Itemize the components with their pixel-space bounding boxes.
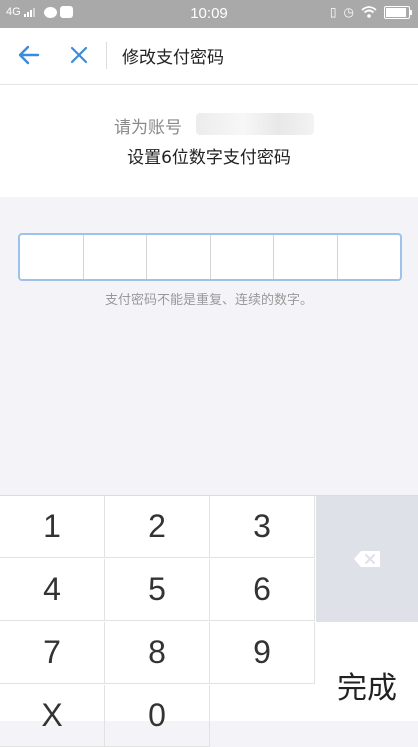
pin-digit-cell xyxy=(20,235,84,279)
page-title: 修改支付密码 xyxy=(122,48,224,68)
nav-bar: 修改支付密码 xyxy=(0,28,418,85)
key-4[interactable]: 4 xyxy=(0,559,105,621)
backspace-icon xyxy=(354,551,380,567)
nav-divider xyxy=(106,42,107,69)
status-bar: 4G 10:09 ▯ ◷ xyxy=(0,0,418,28)
back-arrow-icon[interactable] xyxy=(18,44,40,66)
account-prompt: 请为账号 xyxy=(114,118,182,138)
key-3[interactable]: 3 xyxy=(210,496,315,558)
key-x[interactable]: X xyxy=(0,685,105,747)
pin-input[interactable] xyxy=(18,233,402,281)
key-6[interactable]: 6 xyxy=(210,559,315,621)
key-1[interactable]: 1 xyxy=(0,496,105,558)
key-0[interactable]: 0 xyxy=(105,685,210,747)
pin-digit-cell xyxy=(274,235,338,279)
numeric-keypad: 1 2 3 4 5 6 7 8 9 X 0 完成 xyxy=(0,495,418,747)
battery-icon xyxy=(384,5,412,19)
pin-hint: 支付密码不能是重复、连续的数字。 xyxy=(104,293,313,308)
key-8[interactable]: 8 xyxy=(105,622,210,684)
status-right: ▯ ◷ xyxy=(329,5,412,19)
account-redacted xyxy=(196,113,314,135)
key-2[interactable]: 2 xyxy=(105,496,210,558)
pin-digit-cell xyxy=(211,235,274,279)
done-button[interactable]: 完成 xyxy=(316,622,418,721)
delete-button[interactable] xyxy=(316,496,418,622)
pin-digit-cell xyxy=(147,235,211,279)
key-5[interactable]: 5 xyxy=(105,559,210,621)
key-9[interactable]: 9 xyxy=(210,622,315,684)
header-area: 请为账号 设置6位数字支付密码 xyxy=(0,85,418,197)
key-7[interactable]: 7 xyxy=(0,622,105,684)
wifi-icon xyxy=(361,6,377,18)
pin-digit-cell xyxy=(338,235,401,279)
instruction-text: 设置6位数字支付密码 xyxy=(127,148,291,168)
alarm-icon: ◷ xyxy=(343,5,354,19)
vibrate-icon: ▯ xyxy=(329,5,337,19)
close-icon[interactable] xyxy=(69,45,89,65)
pin-digit-cell xyxy=(84,235,147,279)
